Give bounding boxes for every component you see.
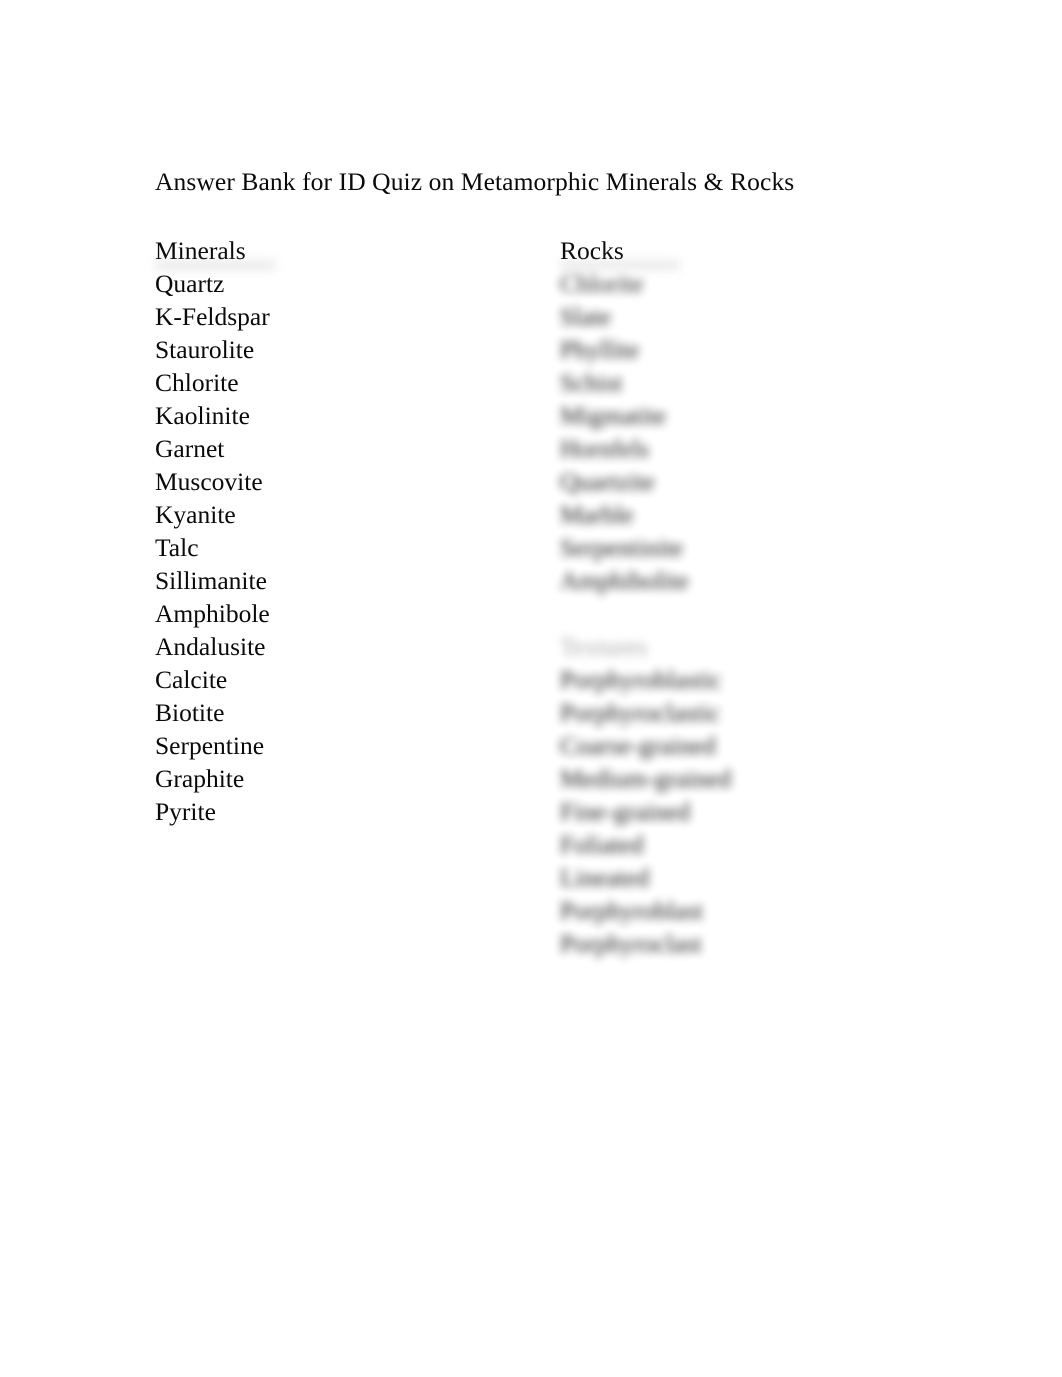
- list-item: Porphyroblastic: [560, 665, 722, 694]
- list-item: Porphyroclastic: [560, 698, 721, 727]
- list-item: Calcite: [155, 665, 228, 694]
- list-item: Sillimanite: [155, 566, 267, 595]
- list-item: Chlorite: [155, 368, 239, 397]
- minerals-column: Minerals Quartz K-Feldspar Staurolite Ch…: [155, 234, 535, 828]
- list-item: Biotite: [155, 698, 225, 727]
- minerals-list: Quartz K-Feldspar Staurolite Chlorite Ka…: [155, 267, 535, 828]
- rocks-column: Rocks Chlorite Slate Phyllite Schist Mig…: [560, 234, 980, 960]
- rocks-column-heading: Rocks: [560, 234, 980, 267]
- list-item: Amphibole: [155, 599, 270, 628]
- minerals-column-heading: Minerals: [155, 234, 535, 267]
- list-item: Coarse-grained: [560, 731, 716, 760]
- list-item: Hornfels: [560, 434, 650, 463]
- list-item: Talc: [155, 533, 199, 562]
- list-item: Foliated: [560, 830, 644, 859]
- list-item: Chlorite: [560, 269, 644, 298]
- list-item: Andalusite: [155, 632, 266, 661]
- list-item: Phyllite: [560, 335, 640, 364]
- list-item: Medium-grained: [560, 764, 732, 793]
- document-page: Answer Bank for ID Quiz on Metamorphic M…: [0, 0, 1062, 1377]
- list-item: Muscovite: [155, 467, 263, 496]
- list-item: Quartzite: [560, 467, 655, 496]
- list-item: K-Feldspar: [155, 302, 270, 331]
- list-item: Kaolinite: [155, 401, 250, 430]
- list-item: Pyrite: [155, 797, 216, 826]
- list-item: Amphibolite: [560, 566, 689, 595]
- page-title: Answer Bank for ID Quiz on Metamorphic M…: [155, 167, 795, 196]
- list-item: Graphite: [155, 764, 245, 793]
- list-item: Schist: [560, 368, 623, 397]
- list-item: Staurolite: [155, 335, 255, 364]
- rocks-list: Chlorite Slate Phyllite Schist Migmatite…: [560, 267, 980, 597]
- list-item: Slate: [560, 302, 611, 331]
- list-item: Serpentine: [155, 731, 265, 760]
- list-item: Quartz: [155, 269, 225, 298]
- list-item: Porphyroclast: [560, 929, 702, 958]
- list-item: Marble: [560, 500, 634, 529]
- list-item: Garnet: [155, 434, 225, 463]
- list-item: Lineated: [560, 863, 650, 892]
- list-item: Kyanite: [155, 500, 236, 529]
- list-item: Fine-grained: [560, 797, 691, 826]
- textures-list: Porphyroblastic Porphyroclastic Coarse-g…: [560, 663, 980, 960]
- list-item: Porphyroblast: [560, 896, 704, 925]
- textures-group-heading: Textures: [560, 632, 648, 661]
- list-item: Migmatite: [560, 401, 667, 430]
- list-item: Serpentinite: [560, 533, 684, 562]
